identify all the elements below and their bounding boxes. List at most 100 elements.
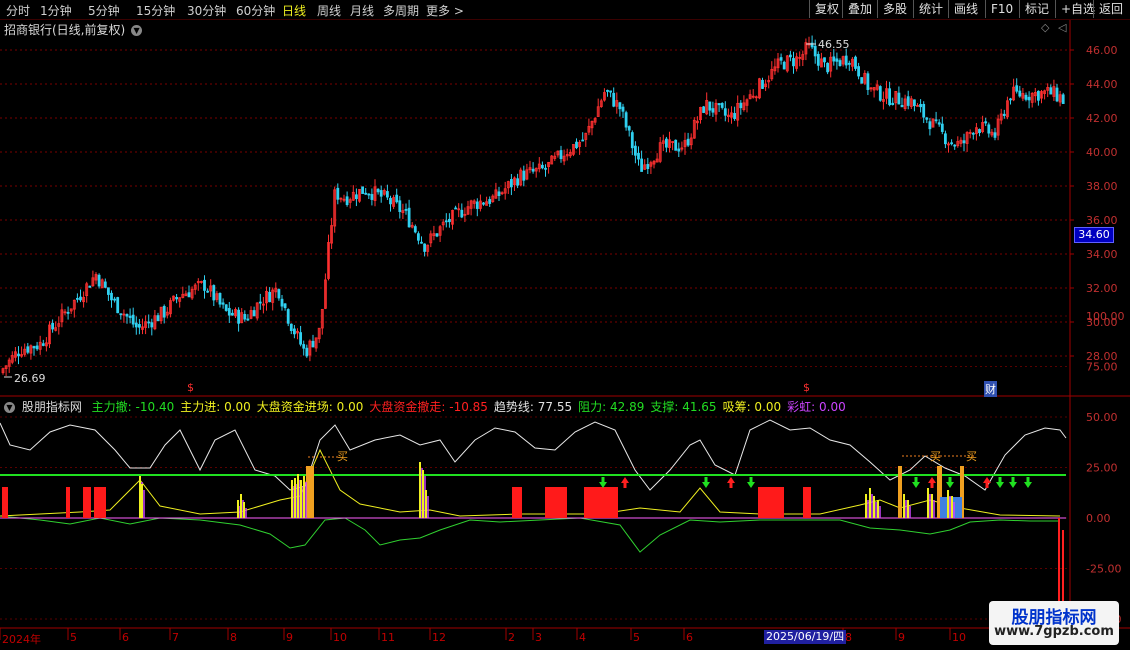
down-arrow-icon: [946, 477, 954, 488]
capital-exit-bar: [545, 487, 567, 518]
candle-body: [971, 132, 975, 135]
candle-body: [246, 318, 250, 321]
candle-body: [826, 62, 829, 73]
candle-body: [575, 141, 578, 149]
candle-body: [1015, 85, 1019, 92]
candle-body: [779, 57, 783, 61]
candle-body: [630, 132, 634, 149]
time-axis-label: 9: [286, 631, 293, 644]
candle-body: [516, 178, 519, 186]
indicator-axis-label: 25.00: [1086, 462, 1118, 475]
candle-body: [531, 168, 535, 172]
capital-exit-bar: [803, 487, 811, 518]
diamond-icon[interactable]: ◇: [1041, 21, 1049, 34]
indicator-value-0: 主力撤: -10.40: [91, 400, 175, 414]
candle-body: [336, 187, 340, 200]
candle-body: [677, 148, 681, 152]
candle-body: [646, 164, 650, 170]
candle-body: [76, 297, 79, 300]
candle-body: [147, 321, 151, 324]
time-axis-label: 5: [633, 631, 640, 644]
candle-body: [435, 233, 439, 237]
dividend-marker[interactable]: $: [803, 381, 810, 394]
candle-body: [559, 150, 563, 160]
stock-title-row: 招商银行(日线,前复权) ▼: [4, 21, 143, 38]
candle-body: [723, 108, 727, 116]
candle-body: [206, 290, 210, 293]
down-arrow-icon: [599, 477, 607, 488]
indicator-value-8: 彩虹: 0.00: [787, 400, 846, 414]
candle-body: [906, 96, 910, 106]
financial-report-marker[interactable]: 财: [984, 381, 997, 397]
up-arrow-icon: [928, 477, 936, 488]
candle-body: [110, 292, 113, 301]
candle-body: [292, 328, 296, 335]
indicator-value-7: 吸筹: 0.00: [722, 400, 782, 414]
indicator-value-6: 支撑: 41.65: [650, 400, 717, 414]
candle-body: [1024, 94, 1028, 100]
indicator-name[interactable]: 股朋指标网: [22, 400, 82, 414]
candle-body: [482, 202, 485, 205]
candle-body: [116, 297, 120, 314]
candle-body: [860, 77, 864, 84]
candle-body: [832, 56, 836, 62]
indicator-value-5: 阻力: 42.89: [578, 400, 645, 414]
candle-body: [606, 89, 609, 92]
candle-body: [813, 45, 817, 57]
up-arrow-icon: [621, 477, 629, 488]
candle-body: [17, 353, 20, 357]
time-axis-label: 5: [70, 631, 77, 644]
time-axis-label: 3: [535, 631, 542, 644]
candle-body: [447, 218, 451, 223]
candle-body: [674, 139, 678, 151]
candle-body: [305, 347, 309, 357]
candle-body: [203, 279, 206, 291]
candle-body: [97, 274, 101, 287]
candle-body: [634, 145, 637, 156]
dividend-marker[interactable]: $: [187, 381, 194, 394]
candle-body: [156, 315, 160, 322]
candle-body: [739, 102, 743, 109]
capital-entry-bar: [306, 466, 314, 518]
candle-body: [816, 53, 820, 66]
candle-body: [134, 322, 138, 328]
selected-date-label: 2025/06/19/四: [764, 630, 847, 644]
candle-body: [103, 281, 107, 288]
down-arrow-icon: [996, 477, 1004, 488]
candle-body: [35, 345, 39, 350]
candle-body: [962, 140, 966, 144]
candle-body: [252, 310, 256, 317]
chevron-left-icon[interactable]: ◁: [1058, 21, 1066, 34]
indicator-axis-label: -25.00: [1086, 563, 1121, 576]
current-price-tag: 34.60: [1074, 227, 1114, 243]
candle-body: [708, 101, 712, 111]
candle-body: [404, 208, 408, 211]
chevron-down-icon[interactable]: ▼: [4, 402, 15, 413]
time-axis-label: 2: [508, 631, 515, 644]
candle-body: [665, 138, 668, 148]
candle-body: [838, 60, 842, 67]
candle-body: [488, 199, 492, 204]
chevron-down-icon[interactable]: ▼: [131, 25, 143, 36]
up-arrow-icon: [727, 477, 735, 488]
price-axis-label: 34.00: [1086, 248, 1118, 261]
candle-body: [113, 298, 116, 301]
down-arrow-icon: [747, 477, 755, 488]
time-axis-label: 12: [432, 631, 446, 644]
kline-chart[interactable]: 买买买 46.0044.0042.0040.0038.0036.0034.003…: [0, 0, 1130, 650]
candle-body: [413, 226, 417, 233]
candle-body: [609, 90, 612, 93]
candle-body: [125, 314, 129, 317]
candle-body: [1055, 87, 1059, 102]
candle-body: [934, 119, 938, 122]
trend-line: [0, 419, 1067, 491]
candle-body: [218, 292, 222, 305]
time-axis-label: 10: [333, 631, 347, 644]
candle-body: [32, 346, 36, 349]
time-axis-label: 10: [952, 631, 966, 644]
candle-body: [891, 102, 895, 105]
candle-body: [789, 54, 792, 58]
candle-body: [283, 303, 287, 309]
down-arrow-icon: [1009, 477, 1017, 488]
candle-body: [888, 88, 891, 106]
